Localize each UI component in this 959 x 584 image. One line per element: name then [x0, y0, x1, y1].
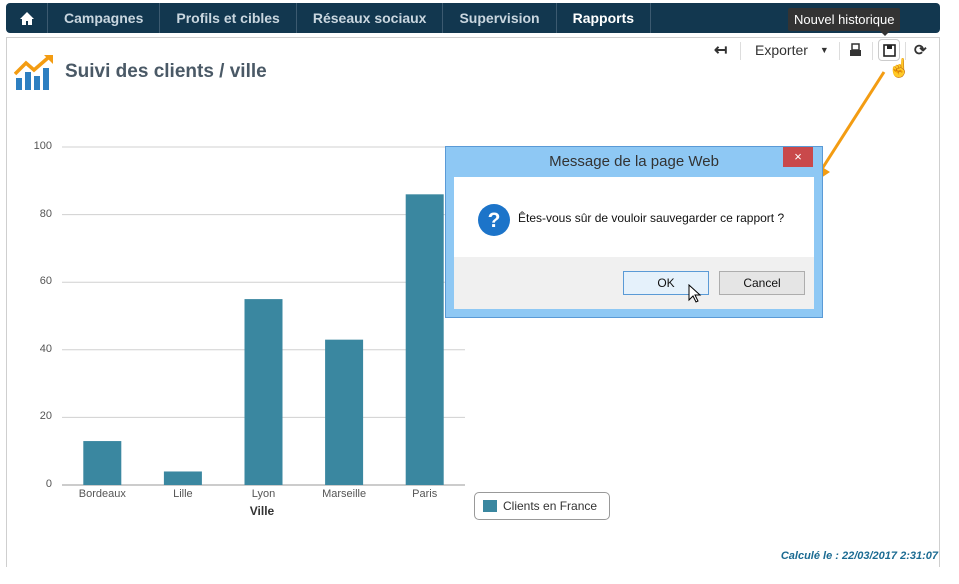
dialog-message: Êtes-vous sûr de vouloir sauvegarder ce …: [518, 211, 785, 225]
dialog-caption: Message de la page Web: [549, 153, 719, 170]
question-icon: ?: [478, 204, 510, 236]
dialog-footer: OK Cancel: [454, 257, 814, 309]
dialog-close-button[interactable]: ×: [783, 147, 813, 167]
cancel-button[interactable]: Cancel: [719, 271, 805, 295]
svg-text:?: ?: [488, 209, 501, 232]
mouse-pointer-icon: [688, 284, 702, 303]
confirm-dialog: Message de la page Web × ? Êtes-vous sûr…: [445, 146, 823, 318]
dialog-body: ? Êtes-vous sûr de vouloir sauvegarder c…: [454, 177, 814, 309]
